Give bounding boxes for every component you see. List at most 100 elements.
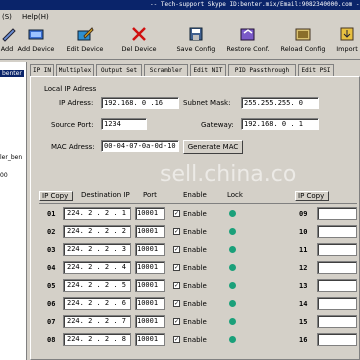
del-device-button[interactable]: Del Device — [118, 26, 160, 60]
enable-checkbox[interactable]: ✓ — [173, 246, 180, 253]
enable-label: Enable — [183, 228, 207, 236]
delete-icon — [132, 27, 146, 41]
source-port-label: Source Port: — [51, 121, 94, 129]
enable-checkbox[interactable]: ✓ — [173, 264, 180, 271]
enable-checkbox[interactable]: ✓ — [173, 228, 180, 235]
right-dest-ip-field[interactable] — [317, 315, 357, 328]
enable-label: Enable — [183, 246, 207, 254]
dest-ip-field[interactable]: 224. 2 . 2 . 7 — [63, 315, 131, 328]
row-number: 07 — [47, 318, 56, 326]
row-number: 08 — [47, 336, 56, 344]
restore-conf-button[interactable]: Restore Conf. — [224, 26, 272, 60]
dest-ip-field[interactable]: 224. 2 . 2 . 5 — [63, 279, 131, 292]
tab-scrambler[interactable]: Scrambler — [144, 64, 188, 76]
generate-mac-button[interactable]: Generate MAC — [183, 140, 243, 154]
enable-checkbox[interactable]: ✓ — [173, 318, 180, 325]
right-dest-ip-field[interactable] — [317, 225, 357, 238]
enable-label: Enable — [183, 336, 207, 344]
add-label: Add — [0, 45, 14, 53]
header-separator — [39, 203, 357, 204]
dest-ip-field[interactable]: 224. 2 . 2 . 6 — [63, 297, 131, 310]
lock-header: Lock — [227, 191, 243, 199]
restore-conf-label: Restore Conf. — [226, 45, 270, 53]
right-dest-ip-field[interactable] — [317, 279, 357, 292]
tab-edit-psi[interactable]: Edit PSI — [298, 64, 334, 76]
subnet-mask-label: Subnet Mask: — [183, 99, 231, 107]
main-area: IP IN Multiplex Output Set Scrambler Edi… — [28, 62, 360, 360]
enable-checkbox[interactable]: ✓ — [173, 282, 180, 289]
menu-item-s[interactable]: (S) — [2, 10, 12, 24]
mac-address-field[interactable]: 00-04-07-0a-0d-10 — [101, 140, 179, 152]
add-button[interactable]: Add — [0, 26, 16, 60]
row-number: 05 — [47, 282, 56, 290]
lock-indicator-icon — [229, 336, 236, 343]
port-header: Port — [143, 191, 157, 199]
edit-device-button[interactable]: Edit Device — [62, 26, 108, 60]
right-dest-ip-field[interactable] — [317, 333, 357, 346]
gateway-field[interactable]: 192.168. 0 . 1 — [241, 118, 319, 130]
right-row-number: 15 — [299, 318, 308, 326]
tree-item-device[interactable]: ler_ben — [0, 154, 22, 161]
right-row-number: 13 — [299, 282, 308, 290]
dest-ip-field[interactable]: 224. 2 . 2 . 4 — [63, 261, 131, 274]
save-config-label: Save Config — [176, 45, 216, 53]
enable-header: Enable — [183, 191, 207, 199]
ip-address-label: IP Adress: — [59, 99, 94, 107]
enable-label: Enable — [183, 282, 207, 290]
tree-item-selected[interactable]: benter — [0, 70, 24, 77]
import-icon — [340, 27, 354, 41]
tab-pid-passthrough[interactable]: PID Passthrough — [228, 64, 296, 76]
subnet-mask-field[interactable]: 255.255.255. 0 — [241, 97, 319, 109]
dest-ip-field[interactable]: 224. 2 . 2 . 3 — [63, 243, 131, 256]
tab-multiplex[interactable]: Multiplex — [56, 64, 94, 76]
right-row-number: 16 — [299, 336, 308, 344]
toolbar: Add Add Device Edit Device Del Device Sa… — [0, 24, 360, 60]
port-field[interactable]: 10001 — [135, 261, 165, 274]
import-button[interactable]: Import — [334, 26, 360, 60]
right-row-number: 09 — [299, 210, 308, 218]
menu-item-help[interactable]: Help(H) — [22, 10, 49, 24]
right-row-number: 10 — [299, 228, 308, 236]
ip-copy-right-button[interactable]: IP Copy — [295, 191, 329, 201]
dest-ip-field[interactable]: 224. 2 . 2 . 1 — [63, 207, 131, 220]
port-field[interactable]: 10001 — [135, 315, 165, 328]
port-field[interactable]: 10001 — [135, 333, 165, 346]
local-ip-group-title: Local IP Adress — [44, 85, 97, 93]
enable-checkbox[interactable]: ✓ — [173, 210, 180, 217]
ip-copy-button[interactable]: IP Copy — [39, 191, 73, 201]
lock-indicator-icon — [229, 300, 236, 307]
title-bar: -- Tech-support Skype ID:benter.mix/Emai… — [0, 0, 360, 10]
import-label: Import — [336, 45, 358, 53]
right-dest-ip-field[interactable] — [317, 243, 357, 256]
port-field[interactable]: 10001 — [135, 225, 165, 238]
enable-checkbox[interactable]: ✓ — [173, 300, 180, 307]
tab-output-set[interactable]: Output Set — [96, 64, 142, 76]
reload-icon — [295, 28, 311, 41]
dest-ip-field[interactable]: 224. 2 . 2 . 2 — [63, 225, 131, 238]
device-tree[interactable]: benter ler_ben 00 — [0, 62, 27, 360]
enable-label: Enable — [183, 264, 207, 272]
right-dest-ip-field[interactable] — [317, 297, 357, 310]
reload-config-button[interactable]: Reload Config — [278, 26, 328, 60]
tree-item-sub[interactable]: 00 — [0, 172, 8, 179]
ip-address-field[interactable]: 192.168. 0 .16 — [101, 97, 179, 109]
row-number: 06 — [47, 300, 56, 308]
right-dest-ip-field[interactable] — [317, 207, 357, 220]
edit-device-icon — [77, 27, 94, 41]
enable-checkbox[interactable]: ✓ — [173, 336, 180, 343]
save-config-button[interactable]: Save Config — [174, 26, 218, 60]
port-field[interactable]: 10001 — [135, 243, 165, 256]
add-device-button[interactable]: Add Device — [16, 26, 56, 60]
right-dest-ip-field[interactable] — [317, 261, 357, 274]
port-field[interactable]: 10001 — [135, 297, 165, 310]
reload-config-label: Reload Config — [280, 45, 326, 53]
edit-device-label: Edit Device — [66, 45, 104, 53]
source-port-field[interactable]: 1234 — [101, 118, 147, 130]
row-number: 01 — [47, 210, 56, 218]
port-field[interactable]: 10001 — [135, 207, 165, 220]
gateway-label: Gateway: — [201, 121, 234, 129]
lock-indicator-icon — [229, 228, 236, 235]
dest-ip-field[interactable]: 224. 2 . 2 . 8 — [63, 333, 131, 346]
tab-edit-nit[interactable]: Edit NIT — [190, 64, 226, 76]
port-field[interactable]: 10001 — [135, 279, 165, 292]
